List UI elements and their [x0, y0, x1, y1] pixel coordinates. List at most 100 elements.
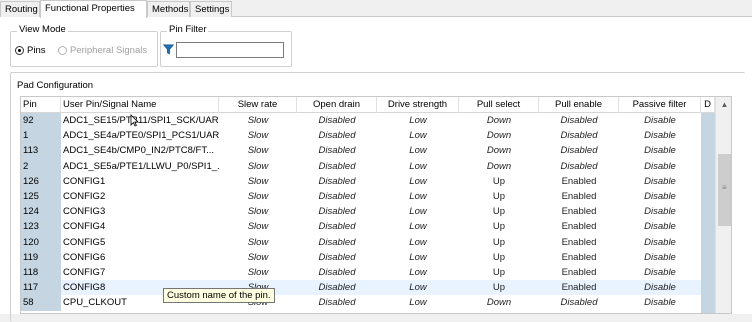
- signal-name-cell[interactable]: ADC1_SE4a/PTE0/SPI1_PCS1/UAR...: [61, 128, 219, 143]
- peripheral-signals-radio[interactable]: Peripheral Signals: [58, 45, 147, 56]
- pull-select-cell[interactable]: Down: [459, 143, 539, 158]
- column-header-user-pin-signal-name[interactable]: User Pin/Signal Name: [61, 97, 219, 113]
- pull-select-cell[interactable]: Up: [459, 280, 539, 295]
- signal-name-cell[interactable]: CONFIG3: [61, 204, 219, 219]
- table-row[interactable]: 92 ADC1_SE15/PTB11/SPI1_SCK/UAR... Slow Dis…: [21, 113, 731, 129]
- pull-select-cell[interactable]: Up: [459, 204, 539, 219]
- pull-select-cell[interactable]: Up: [459, 250, 539, 265]
- column-header-slew-rate[interactable]: Slew rate: [219, 97, 297, 113]
- pull-select-cell[interactable]: Up: [459, 189, 539, 204]
- pull-enable-cell[interactable]: Enabled: [539, 280, 619, 295]
- table-row[interactable]: 113 ADC1_SE4b/CMP0_IN2/PTC8/FT... Slow Disa…: [21, 143, 731, 159]
- table-row[interactable]: 117CONFIG8SlowDisabledLowUpEnabledDisabl…: [21, 280, 731, 296]
- slew-rate-cell[interactable]: Slow: [219, 204, 297, 219]
- pull-enable-cell[interactable]: Enabled: [539, 265, 619, 280]
- slew-rate-cell[interactable]: Slow: [219, 235, 297, 250]
- drive-strength-cell[interactable]: Low: [377, 204, 459, 219]
- slew-rate-cell[interactable]: Slow: [219, 143, 297, 158]
- open-drain-cell[interactable]: Disabled: [297, 159, 377, 174]
- passive-filter-cell[interactable]: Disable: [619, 113, 701, 128]
- signal-name-cell[interactable]: CONFIG5: [61, 235, 219, 250]
- scrollbar-thumb[interactable]: ≡: [718, 154, 731, 226]
- table-row[interactable]: 118 CONFIG7 Slow Disabled Low Up Enabled Disabl…: [21, 265, 731, 281]
- table-row[interactable]: 123 CONFIG4 Slow Disabled Low Up Enabled Disabl…: [21, 219, 731, 235]
- column-header-drive-strength[interactable]: Drive strength: [377, 97, 459, 113]
- slew-rate-cell[interactable]: Slow: [219, 128, 297, 143]
- drive-strength-cell[interactable]: Low: [377, 128, 459, 143]
- passive-filter-cell[interactable]: Disable: [619, 159, 701, 174]
- drive-strength-cell[interactable]: Low: [377, 174, 459, 189]
- signal-name-cell[interactable]: CONFIG7: [61, 265, 219, 280]
- funnel-icon[interactable]: [162, 44, 175, 58]
- slew-rate-cell[interactable]: Slow: [219, 265, 297, 280]
- drive-strength-cell[interactable]: Low: [377, 235, 459, 250]
- drive-strength-cell[interactable]: Low: [377, 280, 459, 295]
- column-header-truncated[interactable]: D: [701, 97, 715, 113]
- drive-strength-cell[interactable]: Low: [377, 189, 459, 204]
- pull-select-cell[interactable]: Down: [459, 295, 539, 310]
- pull-select-cell[interactable]: Up: [459, 174, 539, 189]
- drive-strength-cell[interactable]: Low: [377, 113, 459, 128]
- passive-filter-cell[interactable]: Disable: [619, 250, 701, 265]
- tab-routing[interactable]: Routing: [0, 1, 40, 17]
- open-drain-cell[interactable]: Disabled: [297, 219, 377, 234]
- column-header-pin[interactable]: Pin: [21, 97, 61, 113]
- pins-radio[interactable]: Pins: [15, 45, 45, 56]
- open-drain-cell[interactable]: Disabled: [297, 265, 377, 280]
- pull-enable-cell[interactable]: Enabled: [539, 219, 619, 234]
- open-drain-cell[interactable]: Disabled: [297, 174, 377, 189]
- pull-enable-cell[interactable]: Disabled: [539, 159, 619, 174]
- slew-rate-cell[interactable]: Slow: [219, 250, 297, 265]
- passive-filter-cell[interactable]: Disable: [619, 280, 701, 295]
- passive-filter-cell[interactable]: Disable: [619, 143, 701, 158]
- pull-enable-cell[interactable]: Disabled: [539, 295, 619, 310]
- signal-name-cell[interactable]: CONFIG4: [61, 219, 219, 234]
- signal-name-cell[interactable]: CONFIG1: [61, 174, 219, 189]
- open-drain-cell[interactable]: Disabled: [297, 204, 377, 219]
- pull-enable-cell[interactable]: Enabled: [539, 204, 619, 219]
- pull-enable-cell[interactable]: Enabled: [539, 189, 619, 204]
- passive-filter-cell[interactable]: Disable: [619, 295, 701, 310]
- slew-rate-cell[interactable]: Slow: [219, 159, 297, 174]
- signal-name-cell[interactable]: CONFIG6: [61, 250, 219, 265]
- chevron-up-icon[interactable]: ▲: [716, 97, 731, 113]
- pull-enable-cell[interactable]: Enabled: [539, 235, 619, 250]
- slew-rate-cell[interactable]: Slow: [219, 189, 297, 204]
- table-row[interactable]: 125 CONFIG2 Slow Disabled Low Up Enabled Disabl…: [21, 189, 731, 205]
- column-header-passive-filter[interactable]: Passive filter: [619, 97, 701, 113]
- slew-rate-cell[interactable]: Slow: [219, 174, 297, 189]
- passive-filter-cell[interactable]: Disable: [619, 128, 701, 143]
- drive-strength-cell[interactable]: Low: [377, 295, 459, 310]
- pull-enable-cell[interactable]: Enabled: [539, 174, 619, 189]
- pull-select-cell[interactable]: Down: [459, 113, 539, 128]
- open-drain-cell[interactable]: Disabled: [297, 189, 377, 204]
- pull-select-cell[interactable]: Up: [459, 219, 539, 234]
- table-row[interactable]: 124 CONFIG3 Slow Disabled Low Up Enabled Disabl…: [21, 204, 731, 220]
- passive-filter-cell[interactable]: Disable: [619, 204, 701, 219]
- open-drain-cell[interactable]: Disabled: [297, 143, 377, 158]
- open-drain-cell[interactable]: Disabled: [297, 280, 377, 295]
- pull-enable-cell[interactable]: Disabled: [539, 113, 619, 128]
- column-header-open-drain[interactable]: Open drain: [297, 97, 377, 113]
- table-row[interactable]: 119 CONFIG6 Slow Disabled Low Up Enabled Disabl…: [21, 249, 731, 265]
- pull-enable-cell[interactable]: Disabled: [539, 128, 619, 143]
- tab-functional-properties[interactable]: Functional Properties: [40, 0, 147, 18]
- open-drain-cell[interactable]: Disabled: [297, 235, 377, 250]
- table-row[interactable]: 58CPU_CLKOUTSlowDisabledLowDownDisabledD…: [21, 295, 731, 311]
- open-drain-cell[interactable]: Disabled: [297, 250, 377, 265]
- pull-select-cell[interactable]: Down: [459, 159, 539, 174]
- pull-select-cell[interactable]: Down: [459, 128, 539, 143]
- slew-rate-cell[interactable]: Slow: [219, 219, 297, 234]
- drive-strength-cell[interactable]: Low: [377, 143, 459, 158]
- open-drain-cell[interactable]: Disabled: [297, 113, 377, 128]
- passive-filter-cell[interactable]: Disable: [619, 235, 701, 250]
- drive-strength-cell[interactable]: Low: [377, 250, 459, 265]
- vertical-scrollbar[interactable]: ▲ ≡: [715, 97, 731, 313]
- signal-name-cell[interactable]: ADC1_SE15/PTB11/SPI1_SCK/UAR...: [61, 113, 219, 128]
- signal-name-cell[interactable]: ADC1_SE5a/PTE1/LLWU_P0/SPI1_...: [61, 159, 219, 174]
- pull-enable-cell[interactable]: Disabled: [539, 143, 619, 158]
- table-row[interactable]: 126 CONFIG1 Slow Disabled Low Up Enabled Disabl…: [21, 173, 731, 189]
- table-row[interactable]: 2 ADC1_SE5a/PTE1/LLWU_P0/SPI1_... Slow Disa…: [21, 158, 731, 174]
- drive-strength-cell[interactable]: Low: [377, 265, 459, 280]
- signal-name-cell[interactable]: ADC1_SE4b/CMP0_IN2/PTC8/FT...: [61, 143, 219, 158]
